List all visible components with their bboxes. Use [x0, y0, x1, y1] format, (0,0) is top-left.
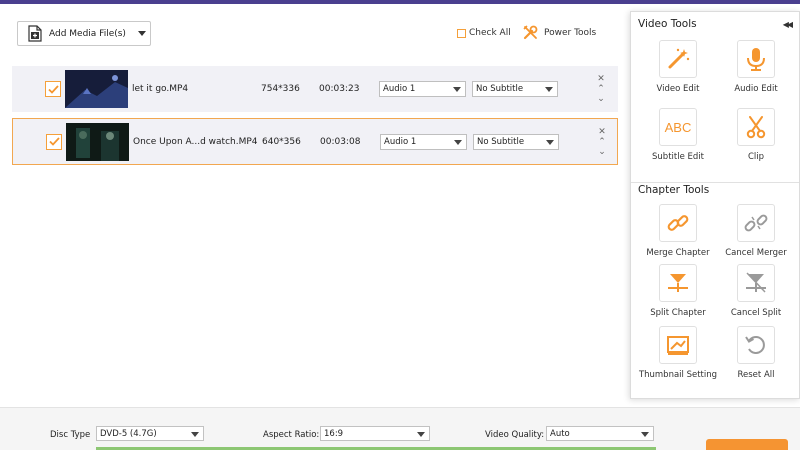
check-all-label: Check All: [469, 28, 511, 38]
move-up-icon[interactable]: ⌃: [598, 137, 606, 147]
clip-tool[interactable]: Clip: [716, 108, 796, 162]
move-up-icon[interactable]: ⌃: [597, 84, 605, 94]
chevron-down-icon: [453, 87, 461, 92]
chevron-down-icon: [191, 432, 199, 437]
audio-track-value: Audio 1: [383, 84, 416, 94]
check-all-checkbox[interactable]: [457, 28, 466, 38]
chevron-down-icon: [545, 87, 553, 92]
audio-edit-tool[interactable]: Audio Edit: [716, 40, 796, 94]
audio-track-select[interactable]: Audio 1: [379, 81, 466, 97]
chevron-down-icon: [454, 139, 462, 145]
split-chapter-tool[interactable]: Split Chapter: [638, 264, 718, 318]
video-edit-label: Video Edit: [656, 84, 700, 94]
file-row-selected[interactable]: Once Upon A...d watch.MP4 640*356 00:03:…: [12, 118, 618, 165]
chevron-down-icon: [641, 432, 649, 437]
file-resolution: 754*336: [261, 84, 300, 94]
video-tools-heading: Video Tools: [638, 18, 697, 30]
power-tools-panel: Video Tools ◀◀ Video Edit Audio Edit ABC…: [630, 11, 800, 399]
subtitle-edit-label: Subtitle Edit: [652, 152, 704, 162]
scissors-icon: [737, 108, 775, 146]
file-checkbox[interactable]: [45, 81, 61, 97]
split-icon: [659, 264, 697, 302]
chevron-down-icon[interactable]: [137, 31, 146, 36]
collapse-panel-icon[interactable]: ◀◀: [783, 20, 793, 29]
chapter-tools-heading: Chapter Tools: [638, 184, 710, 196]
panel-divider: [631, 182, 799, 183]
aspect-ratio-value: 16:9: [324, 428, 344, 439]
audio-edit-label: Audio Edit: [734, 84, 778, 94]
split-chapter-label: Split Chapter: [650, 308, 706, 318]
audio-track-value: Audio 1: [384, 136, 417, 147]
file-checkbox[interactable]: [46, 133, 62, 150]
subtitle-select[interactable]: No Subtitle: [473, 133, 559, 150]
merge-chapter-label: Merge Chapter: [646, 248, 710, 258]
subtitle-edit-tool[interactable]: ABC Subtitle Edit: [638, 108, 718, 162]
abc-text-icon: ABC: [659, 108, 697, 146]
cancel-split-label: Cancel Split: [730, 308, 782, 318]
clip-label: Clip: [747, 152, 765, 162]
microphone-icon: [737, 40, 775, 78]
thumbnail-icon: [659, 326, 697, 364]
add-file-icon: [28, 25, 42, 42]
power-tools-button[interactable]: Power Tools: [523, 25, 596, 40]
video-quality-value: Auto: [550, 428, 570, 439]
add-media-button[interactable]: Add Media File(s): [17, 21, 151, 46]
tools-icon: [523, 25, 538, 40]
disc-type-value: DVD-5 (4.7G): [100, 428, 157, 439]
row-controls: ✕ ⌃ ⌄: [597, 127, 607, 157]
file-duration: 00:03:23: [319, 84, 360, 94]
chevron-down-icon: [546, 139, 554, 145]
video-quality-select[interactable]: Auto: [546, 426, 654, 441]
audio-track-select[interactable]: Audio 1: [380, 133, 467, 150]
thumbnail-setting-tool[interactable]: Thumbnail Setting: [638, 326, 718, 380]
window-top-strip: [0, 0, 800, 4]
subtitle-select[interactable]: No Subtitle: [472, 81, 558, 97]
aspect-ratio-select[interactable]: 16:9: [320, 426, 430, 441]
file-row[interactable]: let it go.MP4 754*336 00:03:23 Audio 1 N…: [12, 66, 618, 112]
file-name: let it go.MP4: [132, 84, 189, 94]
checkmark-icon: [47, 84, 59, 94]
burn-button[interactable]: [706, 439, 788, 450]
file-duration: 00:03:08: [320, 136, 361, 147]
file-name: Once Upon A...d watch.MP4: [133, 136, 258, 147]
video-thumbnail: [66, 122, 129, 161]
merge-chapter-tool[interactable]: Merge Chapter: [638, 204, 718, 258]
remove-icon[interactable]: ✕: [598, 127, 606, 137]
video-quality-label: Video Quality:: [485, 430, 545, 440]
link-icon: [659, 204, 697, 242]
aspect-ratio-label: Aspect Ratio:: [263, 430, 320, 440]
row-controls: ✕ ⌃ ⌄: [596, 74, 606, 104]
cancel-split-icon: [737, 264, 775, 302]
disc-type-select[interactable]: DVD-5 (4.7G): [96, 426, 204, 441]
disc-type-label: Disc Type: [50, 430, 91, 440]
remove-icon[interactable]: ✕: [597, 74, 605, 84]
video-edit-tool[interactable]: Video Edit: [638, 40, 718, 94]
subtitle-value: No Subtitle: [477, 136, 525, 147]
subtitle-value: No Subtitle: [476, 84, 524, 94]
reset-all-tool[interactable]: Reset All: [716, 326, 796, 380]
file-resolution: 640*356: [262, 136, 301, 147]
magic-wand-icon: [659, 40, 697, 78]
cancel-split-tool[interactable]: Cancel Split: [716, 264, 796, 318]
reset-all-label: Reset All: [737, 370, 775, 380]
video-thumbnail: [65, 70, 128, 108]
cancel-merger-label: Cancel Merger: [725, 248, 787, 258]
chevron-down-icon: [417, 432, 425, 437]
cancel-merger-tool[interactable]: Cancel Merger: [716, 204, 796, 258]
move-down-icon[interactable]: ⌄: [597, 94, 605, 104]
thumbnail-setting-label: Thumbnail Setting: [638, 370, 718, 380]
check-all-toggle[interactable]: Check All: [457, 28, 511, 38]
unlink-icon: [737, 204, 775, 242]
move-down-icon[interactable]: ⌄: [598, 147, 606, 157]
add-media-label: Add Media File(s): [49, 28, 126, 39]
power-tools-label: Power Tools: [544, 27, 597, 38]
abc-text: ABC: [664, 119, 692, 135]
reset-icon: [737, 326, 775, 364]
checkmark-icon: [48, 137, 60, 146]
